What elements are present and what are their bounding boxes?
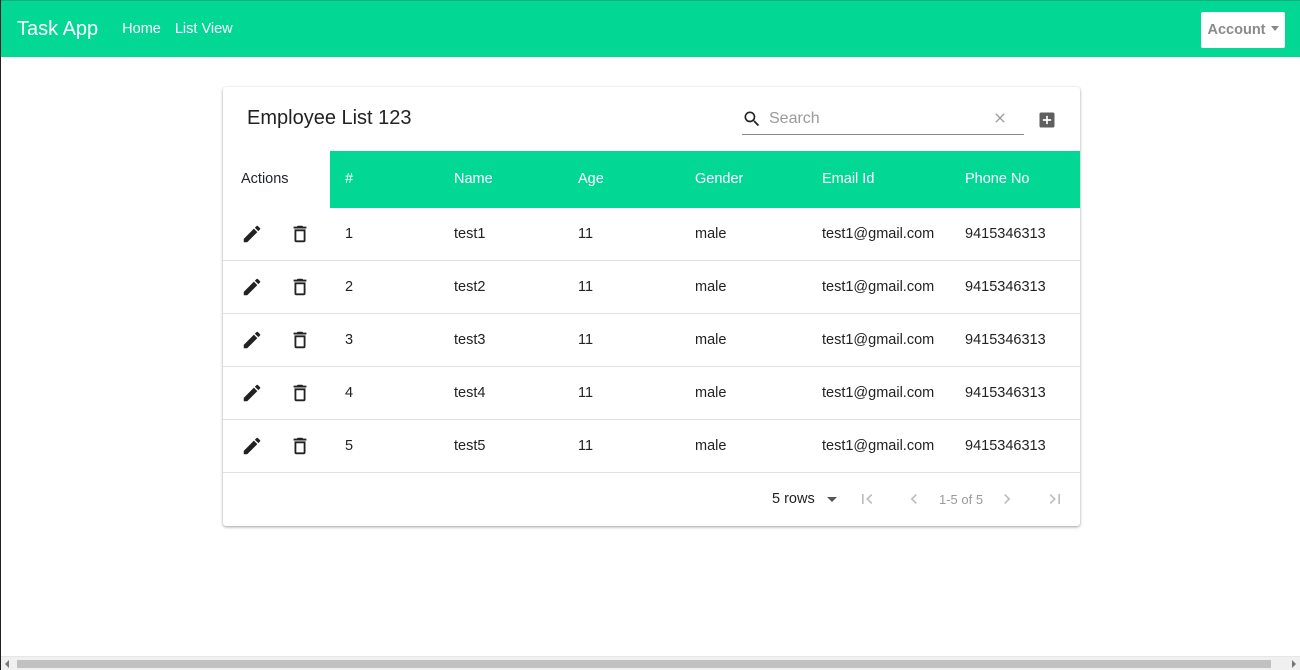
- cell-age: 11: [578, 226, 594, 242]
- add-box-icon[interactable]: [1037, 110, 1057, 130]
- card-title: Employee List 123: [247, 107, 412, 129]
- cell-phone: 9415346313: [965, 332, 1046, 348]
- cell-email: test1@gmail.com: [822, 332, 935, 348]
- trash-icon[interactable]: [289, 276, 311, 298]
- column-header-email[interactable]: Email Id: [822, 151, 874, 208]
- search-input[interactable]: [769, 107, 984, 131]
- cell-gender: male: [695, 279, 727, 295]
- column-header-gender[interactable]: Gender: [695, 151, 743, 208]
- pagination-bar: 5 rows 1-5 of 5: [223, 473, 1080, 526]
- pencil-icon[interactable]: [241, 223, 263, 245]
- cell-name: test3: [454, 332, 486, 348]
- cell-name: test2: [454, 279, 486, 295]
- cell-age: 11: [578, 438, 594, 454]
- table-row: 5 test5 11 male test1@gmail.com 94153463…: [223, 420, 1080, 473]
- trash-icon[interactable]: [289, 329, 311, 351]
- pagination-range: 1-5 of 5: [939, 492, 984, 507]
- scroll-left-arrow-icon[interactable]: [5, 660, 9, 668]
- column-header-age[interactable]: Age: [578, 151, 604, 208]
- cell-number: 4: [345, 385, 354, 401]
- cell-number: 3: [345, 332, 354, 348]
- cell-age: 11: [578, 332, 594, 348]
- pencil-icon[interactable]: [241, 435, 263, 457]
- nav-link-home[interactable]: Home: [122, 21, 161, 37]
- chevron-right-icon[interactable]: [997, 489, 1017, 509]
- cell-gender: male: [695, 332, 727, 348]
- first-page-icon[interactable]: [857, 489, 877, 509]
- caret-down-icon: [827, 497, 837, 502]
- cell-age: 11: [578, 279, 594, 295]
- column-header-number[interactable]: #: [345, 151, 353, 208]
- table-row: 1 test1 11 male test1@gmail.com 94153463…: [223, 208, 1080, 261]
- cell-phone: 9415346313: [965, 226, 1046, 242]
- table-header: Actions # Name Age Gender Email Id Phone…: [223, 151, 1080, 208]
- cell-number: 2: [345, 279, 354, 295]
- table-header-columns: # Name Age Gender Email Id Phone No: [330, 151, 1080, 208]
- pencil-icon[interactable]: [241, 276, 263, 298]
- trash-icon[interactable]: [289, 223, 311, 245]
- cell-age: 11: [578, 385, 594, 401]
- horizontal-scrollbar[interactable]: [1, 656, 1300, 670]
- rows-per-page-value: 5 rows: [772, 491, 815, 507]
- cell-email: test1@gmail.com: [822, 438, 935, 454]
- cell-gender: male: [695, 385, 727, 401]
- cell-gender: male: [695, 226, 727, 242]
- pencil-icon[interactable]: [241, 329, 263, 351]
- cell-phone: 9415346313: [965, 279, 1046, 295]
- scrollbar-thumb[interactable]: [17, 660, 1271, 668]
- cell-gender: male: [695, 438, 727, 454]
- caret-down-icon: [1270, 26, 1279, 31]
- scroll-right-arrow-icon[interactable]: [1292, 660, 1296, 668]
- cell-email: test1@gmail.com: [822, 385, 935, 401]
- trash-icon[interactable]: [289, 435, 311, 457]
- search-field: [742, 103, 1024, 135]
- column-header-name[interactable]: Name: [454, 151, 493, 208]
- cell-phone: 9415346313: [965, 438, 1046, 454]
- account-dropdown-button[interactable]: Account: [1201, 12, 1285, 48]
- cell-number: 1: [345, 226, 354, 242]
- close-icon[interactable]: [992, 110, 1008, 126]
- column-header-actions: Actions: [241, 171, 289, 187]
- table-row: 3 test3 11 male test1@gmail.com 94153463…: [223, 314, 1080, 367]
- account-label: Account: [1207, 22, 1266, 38]
- trash-icon[interactable]: [289, 382, 311, 404]
- employee-list-card: Employee List 123 Actions # Name Age Gen…: [223, 87, 1080, 526]
- search-icon: [744, 111, 760, 127]
- top-navbar: Task App Home List View Account: [1, 0, 1300, 57]
- brand-title[interactable]: Task App: [17, 18, 98, 41]
- table-row: 4 test4 11 male test1@gmail.com 94153463…: [223, 367, 1080, 420]
- cell-name: test5: [454, 438, 486, 454]
- cell-name: test4: [454, 385, 486, 401]
- table-row: 2 test2 11 male test1@gmail.com 94153463…: [223, 261, 1080, 314]
- column-header-phone[interactable]: Phone No: [965, 151, 1030, 208]
- last-page-icon[interactable]: [1045, 489, 1065, 509]
- cell-number: 5: [345, 438, 354, 454]
- cell-phone: 9415346313: [965, 385, 1046, 401]
- cell-email: test1@gmail.com: [822, 226, 935, 242]
- nav-link-list-view[interactable]: List View: [175, 21, 233, 37]
- cell-email: test1@gmail.com: [822, 279, 935, 295]
- chevron-left-icon[interactable]: [904, 489, 924, 509]
- cell-name: test1: [454, 226, 486, 242]
- pencil-icon[interactable]: [241, 382, 263, 404]
